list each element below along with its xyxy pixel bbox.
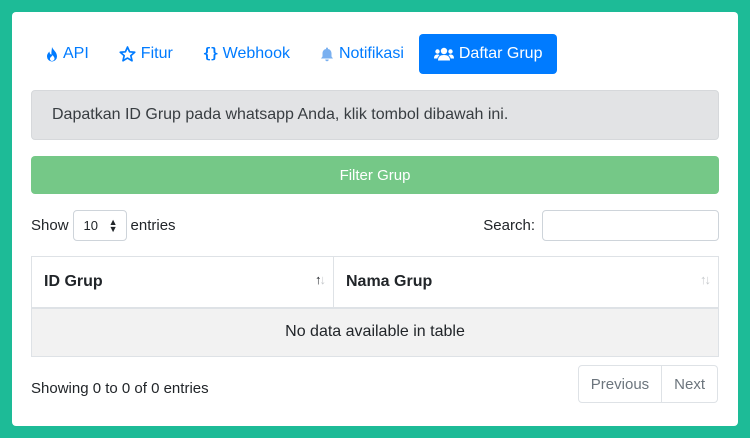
tab-fitur-label: Fitur bbox=[140, 45, 173, 62]
star-icon bbox=[119, 46, 136, 62]
table-header-row: ID Grup ↑↓ Nama Grup ↑↓ bbox=[31, 256, 719, 309]
filter-grup-button[interactable]: Filter Grup bbox=[31, 156, 719, 194]
tab-daftar-grup[interactable]: Daftar Grup bbox=[418, 34, 558, 74]
table-info: Showing 0 to 0 of 0 entries bbox=[31, 380, 209, 397]
tab-api[interactable]: API bbox=[31, 34, 104, 74]
column-header-nama-grup-label: Nama Grup bbox=[346, 272, 433, 290]
pagination: Previous Next bbox=[577, 365, 718, 403]
groups-table: ID Grup ↑↓ Nama Grup ↑↓ No data availabl… bbox=[31, 256, 719, 357]
nav-tabs: API Fitur {} Webhook Notifikasi Daftar G… bbox=[31, 34, 558, 74]
sort-ascending-icon: ↑↓ bbox=[315, 272, 326, 287]
length-prefix: Show bbox=[31, 217, 69, 234]
info-alert: Dapatkan ID Grup pada whatsapp Anda, kli… bbox=[31, 90, 719, 140]
tab-webhook[interactable]: {} Webhook bbox=[188, 34, 305, 74]
column-header-id-grup[interactable]: ID Grup ↑↓ bbox=[31, 256, 334, 309]
tab-notifikasi-label: Notifikasi bbox=[338, 45, 404, 62]
table-row: No data available in table bbox=[31, 307, 719, 357]
fire-icon bbox=[46, 46, 58, 62]
search-control: Search: bbox=[483, 210, 719, 241]
next-page-button[interactable]: Next bbox=[662, 365, 718, 403]
entries-length-control: Show 10 ▲ ▼ entries bbox=[31, 210, 176, 241]
users-icon bbox=[433, 47, 454, 61]
tab-api-label: API bbox=[63, 45, 89, 62]
tab-fitur[interactable]: Fitur bbox=[104, 34, 188, 74]
previous-page-button[interactable]: Previous bbox=[577, 365, 663, 403]
sort-neutral-icon: ↑↓ bbox=[700, 272, 711, 287]
tab-webhook-label: Webhook bbox=[222, 45, 290, 62]
tab-daftar-grup-label: Daftar Grup bbox=[458, 45, 543, 62]
entries-select[interactable]: 10 ▲ ▼ bbox=[72, 210, 127, 241]
entries-select-value: 10 bbox=[83, 218, 98, 233]
alert-text: Dapatkan ID Grup pada whatsapp Anda, kli… bbox=[52, 106, 509, 123]
tab-notifikasi[interactable]: Notifikasi bbox=[305, 34, 419, 74]
bell-icon bbox=[320, 47, 334, 62]
column-header-id-grup-label: ID Grup bbox=[44, 272, 103, 290]
main-card: API Fitur {} Webhook Notifikasi Daftar G… bbox=[12, 12, 738, 426]
column-header-nama-grup[interactable]: Nama Grup ↑↓ bbox=[333, 256, 719, 309]
select-arrows-icon: ▲ ▼ bbox=[108, 216, 118, 234]
code-braces-icon: {} bbox=[202, 46, 219, 62]
search-input[interactable] bbox=[542, 210, 719, 241]
search-label: Search: bbox=[483, 217, 535, 234]
empty-table-message: No data available in table bbox=[31, 307, 719, 357]
length-suffix: entries bbox=[130, 217, 176, 234]
